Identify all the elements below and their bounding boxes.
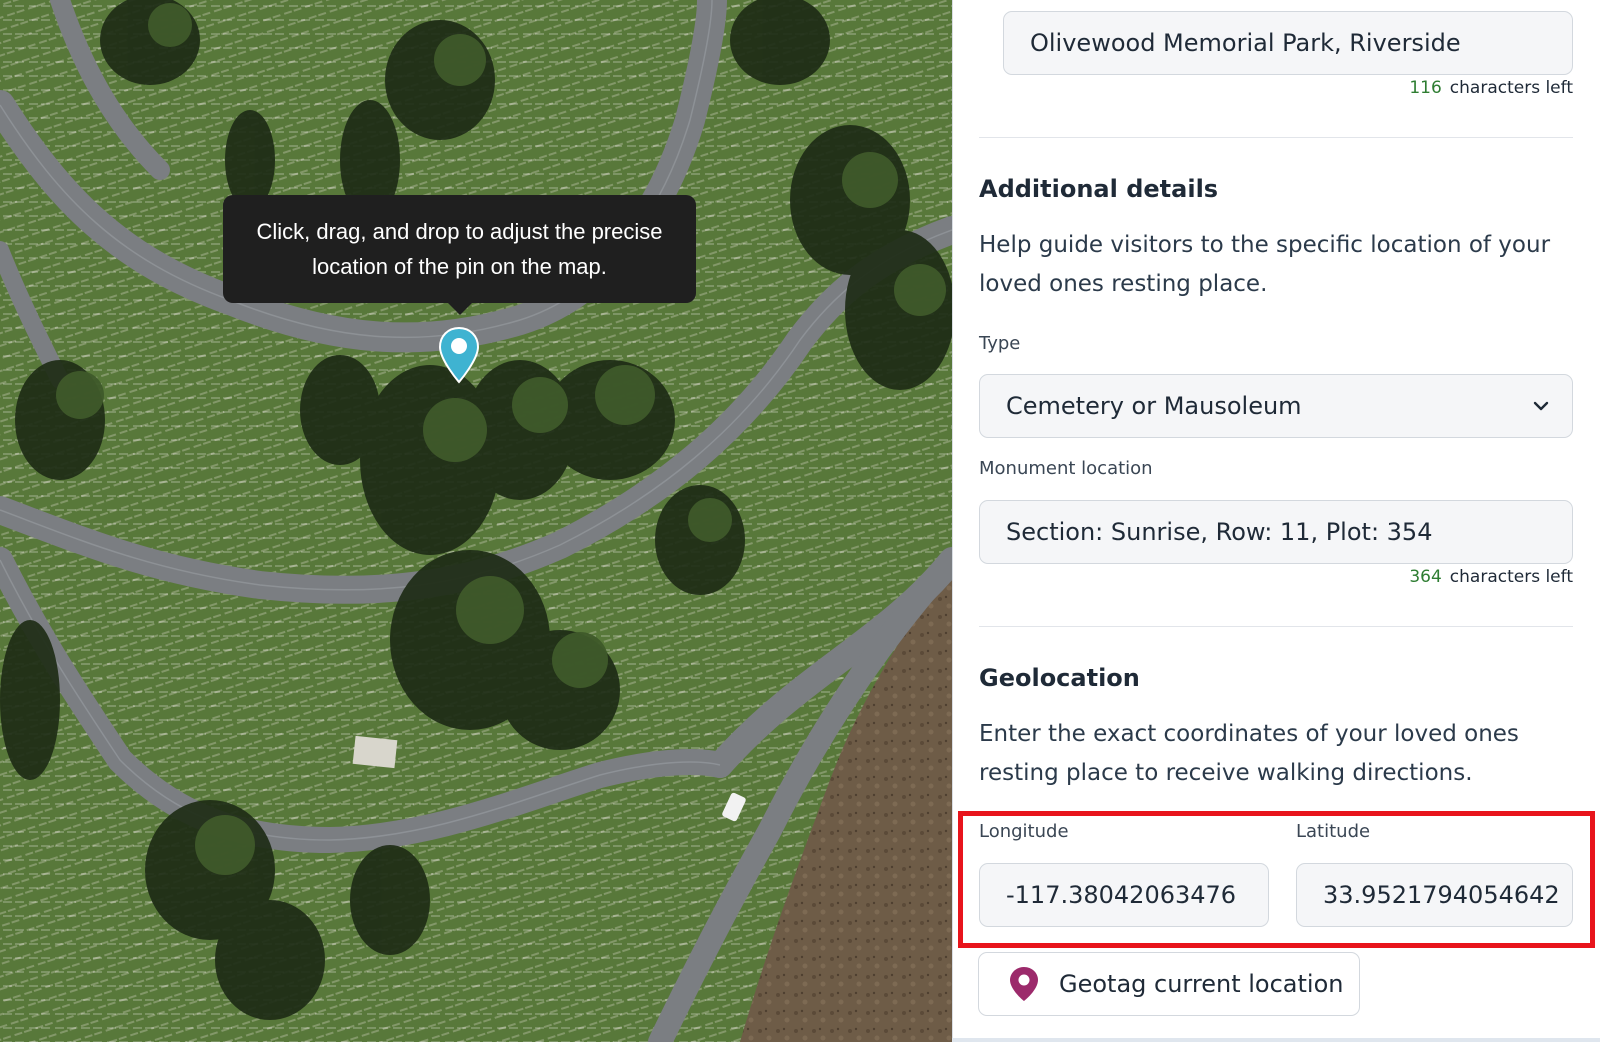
latitude-value: 33.9521794054642	[1323, 881, 1560, 909]
aerial-imagery	[0, 0, 952, 1042]
longitude-label: Longitude	[979, 821, 1069, 842]
longitude-input[interactable]: -117.38042063476	[979, 863, 1269, 927]
additional-details-title: Additional details	[979, 175, 1219, 203]
monument-location-label: Monument location	[979, 458, 1153, 479]
longitude-value: -117.38042063476	[1006, 881, 1237, 909]
place-name-counter-number: 116	[1409, 78, 1442, 98]
monument-location-input[interactable]: Section: Sunrise, Row: 11, Plot: 354	[979, 500, 1573, 564]
place-name-input[interactable]: Olivewood Memorial Park, Riverside	[1003, 11, 1573, 75]
monument-location-value: Section: Sunrise, Row: 11, Plot: 354	[1006, 518, 1433, 546]
type-select-value: Cemetery or Mausoleum	[1006, 392, 1302, 420]
latitude-label: Latitude	[1296, 821, 1371, 842]
monument-location-counter: 364 characters left	[1253, 567, 1573, 587]
geolocation-title: Geolocation	[979, 664, 1140, 692]
place-name-counter: 116 characters left	[1253, 78, 1573, 98]
chevron-down-icon	[1533, 401, 1549, 411]
location-pin-icon	[1010, 967, 1038, 1001]
satellite-map[interactable]: Click, drag, and drop to adjust the prec…	[0, 0, 952, 1042]
monument-counter-number: 364	[1409, 567, 1442, 587]
additional-details-description: Help guide visitors to the specific loca…	[979, 232, 1551, 297]
divider	[979, 137, 1573, 138]
place-name-counter-suffix: characters left	[1449, 78, 1573, 98]
latitude-input[interactable]: 33.9521794054642	[1296, 863, 1573, 927]
monument-counter-suffix: characters left	[1449, 567, 1573, 587]
geotag-current-location-button[interactable]: Geotag current location	[978, 952, 1360, 1016]
memorial-form-panel: Olivewood Memorial Park, Riverside 116 ch…	[952, 0, 1600, 1042]
panel-bottom-border	[952, 1038, 1600, 1042]
type-select[interactable]: Cemetery or Mausoleum	[979, 374, 1573, 438]
tooltip-text: Click, drag, and drop to adjust the prec…	[256, 219, 663, 279]
geotag-button-label: Geotag current location	[1059, 970, 1344, 998]
type-label: Type	[979, 333, 1021, 354]
map-tooltip: Click, drag, and drop to adjust the prec…	[223, 195, 696, 315]
map-pin-icon[interactable]	[437, 326, 481, 384]
place-name-value: Olivewood Memorial Park, Riverside	[1030, 29, 1461, 57]
geolocation-description: Enter the exact coordinates of your love…	[979, 721, 1519, 786]
divider	[979, 626, 1573, 627]
